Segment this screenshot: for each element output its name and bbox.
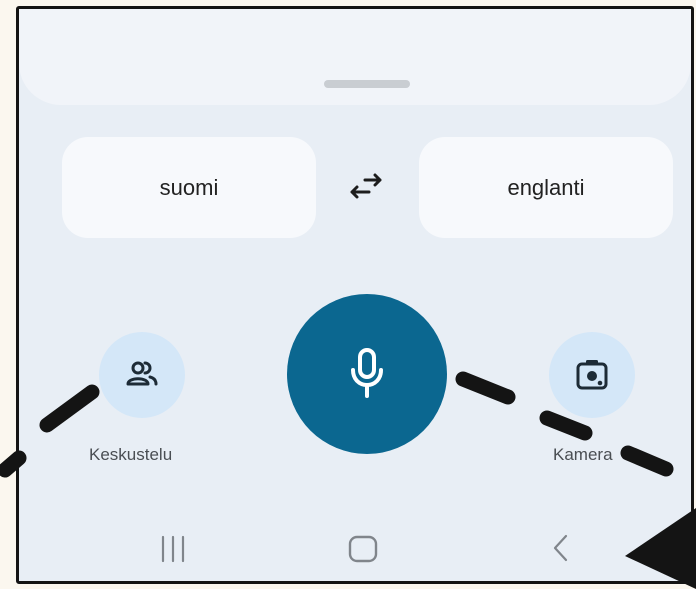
bottom-sheet [19,9,691,105]
conversation-label: Keskustelu [89,445,173,464]
swap-languages-button[interactable] [345,170,385,204]
camera-button[interactable] [549,332,635,418]
back-icon [553,534,568,562]
home-icon [348,535,378,563]
target-language-label: englanti [507,174,585,200]
home-button[interactable] [340,531,386,571]
camera-lens-icon [576,360,608,390]
translate-screen: suomi englanti Keskustelu Kamera [16,6,694,584]
people-icon [126,361,158,386]
source-language-button[interactable]: suomi [62,137,316,238]
camera-label: Kamera [553,445,613,464]
microphone-icon [351,348,383,398]
recents-icon [161,535,185,563]
swap-arrows-icon [350,173,382,199]
recents-button[interactable] [150,531,196,571]
conversation-button[interactable] [99,332,185,418]
back-button[interactable] [537,531,583,571]
drag-handle[interactable] [324,80,410,88]
source-language-label: suomi [159,174,219,200]
microphone-button[interactable] [287,294,447,454]
target-language-button[interactable]: englanti [419,137,673,238]
